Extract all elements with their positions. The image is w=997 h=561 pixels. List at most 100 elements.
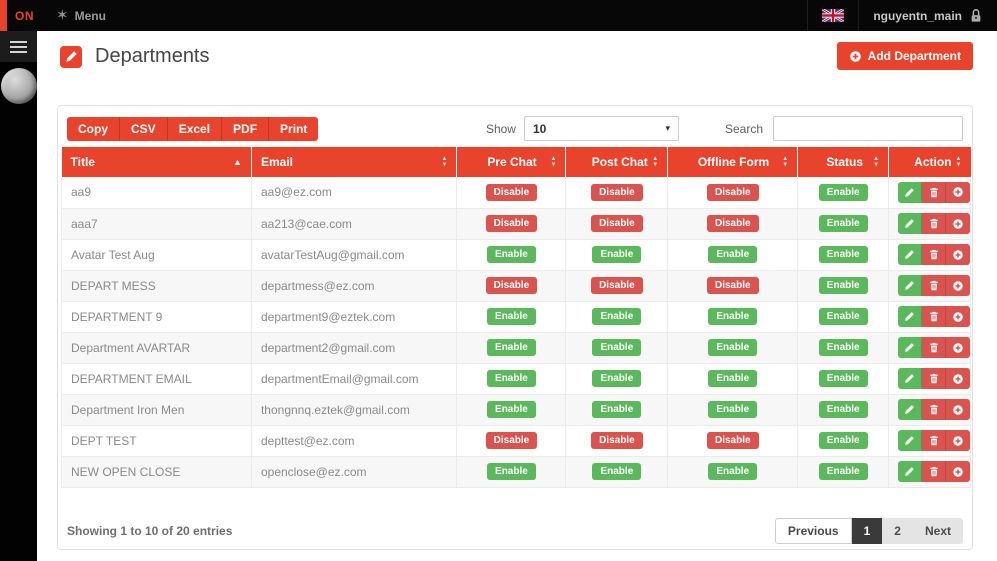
uk-flag-icon: [822, 9, 845, 22]
row-add-button[interactable]: [946, 430, 971, 451]
column-header-status[interactable]: Status ▲ ▼: [797, 147, 889, 177]
trash-icon: [929, 218, 938, 229]
column-header-action[interactable]: Action ▲ ▼: [888, 147, 971, 177]
status-badge: Enable: [818, 246, 868, 263]
pencil-icon: [905, 374, 915, 383]
circle-plus-icon: [849, 50, 862, 63]
add-department-button[interactable]: Add Department: [836, 42, 973, 70]
edit-button[interactable]: [898, 181, 923, 203]
delete-button[interactable]: [922, 306, 947, 327]
sort-icon: ▲ ▼: [782, 156, 789, 168]
delete-button[interactable]: [922, 244, 947, 265]
row-add-button[interactable]: [946, 181, 971, 203]
search-input[interactable]: [773, 116, 963, 141]
row-add-button[interactable]: [946, 337, 971, 358]
pagination-page-1[interactable]: 1: [851, 517, 883, 544]
cell-status: Enable: [797, 301, 890, 333]
delete-button[interactable]: [922, 275, 947, 296]
circle-plus-icon: [953, 249, 963, 260]
column-header-email[interactable]: Email ▲ ▼: [250, 147, 457, 177]
pencil-icon: [905, 405, 915, 414]
row-add-button[interactable]: [946, 213, 971, 234]
cell-action: [888, 363, 971, 395]
row-add-button[interactable]: [946, 461, 971, 482]
pdf-button[interactable]: PDF: [222, 116, 270, 141]
pagination-next[interactable]: Next: [912, 517, 963, 544]
row-add-button[interactable]: [946, 244, 971, 265]
delete-button[interactable]: [922, 181, 947, 203]
circle-plus-icon: [953, 466, 963, 477]
pre-chat-badge: Enable: [487, 308, 536, 325]
cell-post-chat: Disable: [565, 177, 669, 209]
edit-button[interactable]: [898, 306, 923, 327]
pre-chat-badge: Disable: [485, 432, 538, 449]
post-chat-badge: Disable: [591, 277, 643, 294]
cell-status: Enable: [797, 394, 890, 426]
sort-icon: ▲ ▼: [441, 156, 448, 168]
delete-button[interactable]: [922, 213, 947, 234]
cell-email: thongnnq.eztek@gmail.com: [250, 394, 458, 426]
menu-button[interactable]: ✶ Menu: [56, 8, 106, 23]
status-badge: Enable: [818, 339, 868, 356]
sidebar-toggle-button[interactable]: [0, 31, 37, 62]
delete-button[interactable]: [922, 461, 947, 482]
excel-button[interactable]: Excel: [167, 116, 223, 141]
edit-button[interactable]: [898, 275, 923, 296]
delete-button[interactable]: [922, 430, 947, 451]
delete-button[interactable]: [922, 337, 947, 358]
edit-button[interactable]: [898, 430, 923, 451]
row-add-button[interactable]: [946, 306, 971, 327]
online-status-toggle[interactable]: ON: [15, 9, 34, 23]
cell-post-chat: Enable: [565, 394, 669, 426]
table-toolbar: Copy CSV Excel PDF Print Show 10 ▾ Searc…: [61, 116, 969, 141]
delete-button[interactable]: [922, 368, 947, 389]
cell-offline-form: Enable: [667, 394, 799, 426]
row-add-button[interactable]: [946, 368, 971, 389]
edit-button[interactable]: [898, 244, 923, 265]
post-chat-badge: Enable: [592, 463, 642, 480]
page-header: Departments Add Department: [37, 31, 997, 89]
cell-post-chat: Enable: [565, 239, 669, 271]
trash-icon: [929, 466, 938, 477]
column-header-title[interactable]: Title ▲: [61, 147, 252, 177]
trash-icon: [929, 311, 938, 322]
edit-button[interactable]: [898, 399, 923, 420]
cell-email: aa9@ez.com: [250, 177, 458, 209]
edit-button[interactable]: [898, 337, 923, 358]
row-add-button[interactable]: [946, 275, 971, 296]
language-flag-button[interactable]: [807, 0, 858, 31]
trash-icon: [929, 249, 938, 260]
edit-button[interactable]: [898, 213, 923, 234]
cell-email: departmentEmail@gmail.com: [250, 363, 458, 395]
cell-pre-chat: Disable: [456, 177, 567, 209]
copy-button[interactable]: Copy: [67, 116, 120, 141]
column-header-pre-chat[interactable]: Pre Chat ▲ ▼: [456, 147, 566, 177]
row-add-button[interactable]: [946, 399, 971, 420]
cell-email: openclose@ez.com: [250, 456, 458, 488]
cell-action: [888, 239, 971, 271]
offline-form-badge: Enable: [708, 308, 758, 325]
delete-button[interactable]: [922, 399, 947, 420]
edit-button[interactable]: [898, 368, 923, 389]
print-button[interactable]: Print: [269, 116, 319, 141]
post-chat-badge: Disable: [591, 432, 643, 449]
post-chat-badge: Enable: [592, 370, 642, 387]
csv-button[interactable]: CSV: [120, 116, 168, 141]
column-header-offline-form[interactable]: Offline Form ▲ ▼: [667, 147, 798, 177]
post-chat-badge: Enable: [592, 246, 642, 263]
profile-avatar[interactable]: [0, 68, 37, 104]
post-chat-badge: Disable: [591, 215, 643, 232]
pagination-page-2[interactable]: 2: [882, 517, 913, 544]
trash-icon: [929, 435, 938, 446]
cell-action: [888, 270, 971, 302]
status-badge: Enable: [818, 370, 868, 387]
column-header-post-chat[interactable]: Post Chat ▲ ▼: [565, 147, 668, 177]
table-row: aa9 aa9@ez.com Disable Disable Disable E…: [61, 177, 971, 209]
pagination-previous[interactable]: Previous: [774, 517, 852, 544]
cell-action: [888, 425, 971, 457]
page-length-select[interactable]: 10 ▾: [523, 116, 679, 141]
table-row: Avatar Test Aug avatarTestAug@gmail.com …: [61, 239, 971, 271]
user-menu-button[interactable]: nguyentn_main: [858, 0, 997, 31]
show-label: Show: [485, 121, 516, 136]
edit-button[interactable]: [898, 461, 923, 482]
